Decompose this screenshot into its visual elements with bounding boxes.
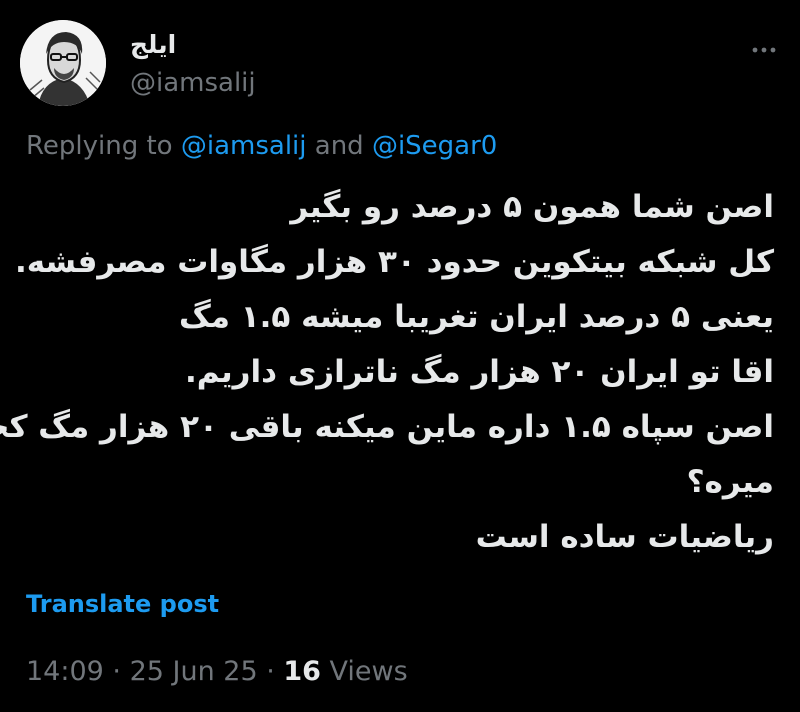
replying-to-line: Replying to @iamsalij and @iSegar0 — [26, 131, 497, 161]
views-count: 16 — [283, 656, 321, 687]
tweet-line: اصن شما همون ۵ درصد رو بگیر — [290, 189, 774, 225]
tweet-line: اصن سپاه ۱.۵ داره ماین میکنه باقی ۲۰ هزا… — [0, 409, 774, 445]
replying-prefix: Replying to — [26, 131, 181, 161]
meta-separator: · — [257, 656, 284, 687]
replying-conjunction: and — [306, 131, 372, 161]
tweet-meta: 14:09 · 25 Jun 25 · 16 Views — [26, 656, 408, 687]
tweet-line: کل شبکه بیتکوین حدود ۳۰ هزار مگاوات مصرف… — [14, 244, 774, 280]
tweet-line: ریاضیات ساده است — [475, 519, 774, 555]
tweet-time[interactable]: 14:09 — [26, 656, 104, 687]
meta-separator: · — [103, 656, 130, 687]
avatar-sketch-image — [20, 20, 106, 106]
author-display-name[interactable]: ایلج — [130, 30, 176, 59]
views-label: Views — [320, 656, 408, 687]
avatar[interactable] — [20, 20, 106, 106]
tweet-line: میره؟ — [686, 464, 774, 500]
tweet-text: اصن شما همون ۵ درصد رو بگیر کل شبکه بیتک… — [0, 180, 774, 565]
translate-post-link[interactable]: Translate post — [26, 590, 219, 618]
more-options-icon[interactable] — [750, 36, 778, 66]
tweet-line: یعنی ۵ درصد ایران تغریبا میشه ۱.۵ مگ — [179, 299, 774, 335]
tweet-date[interactable]: 25 Jun 25 — [130, 656, 258, 687]
tweet-line: اقا تو ایران ۲۰ هزار مگ ناترازی داریم. — [184, 354, 774, 390]
author-handle[interactable]: @iamsalij — [130, 68, 256, 98]
mention-link-2[interactable]: @iSegar0 — [372, 131, 497, 161]
mention-link-1[interactable]: @iamsalij — [181, 131, 307, 161]
